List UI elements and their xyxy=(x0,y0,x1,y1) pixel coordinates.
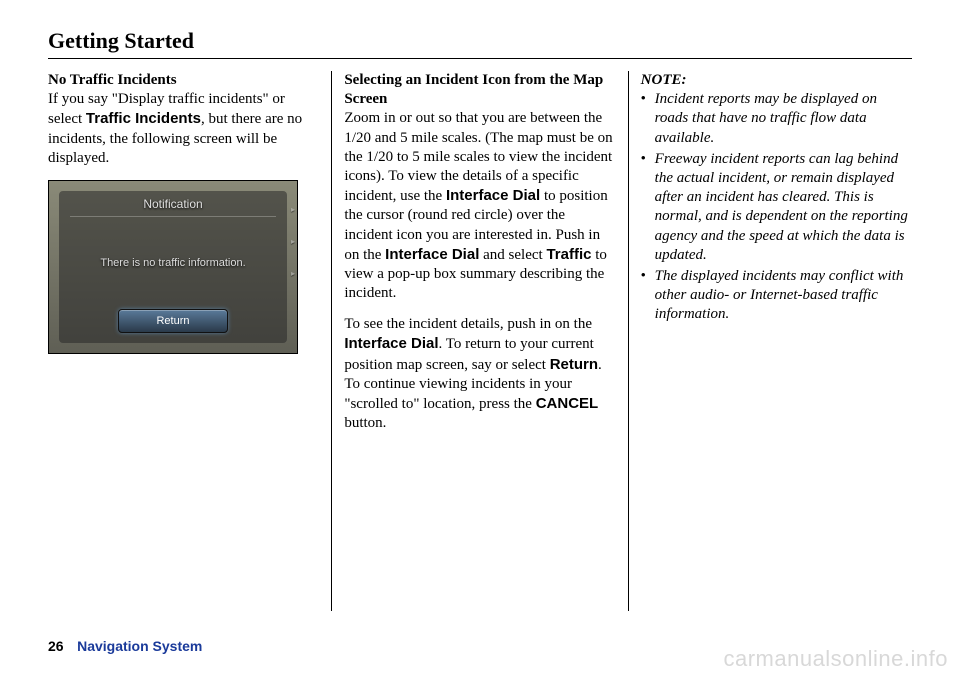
col2-heading: Selecting an Incident Icon from the Map … xyxy=(344,71,615,109)
note-label: NOTE: xyxy=(641,72,687,88)
col2-paragraph-1: Zoom in or out so that you are between t… xyxy=(344,109,615,303)
page-title: Getting Started xyxy=(48,28,912,59)
column-3: NOTE: Incident reports may be displayed … xyxy=(629,71,912,611)
content-columns: No Traffic Incidents If you say "Display… xyxy=(48,71,912,611)
col1-heading: No Traffic Incidents xyxy=(48,71,319,90)
bold-cancel: CANCEL xyxy=(536,395,599,412)
note-item-2: Freeway incident reports can lag behind … xyxy=(641,150,912,265)
note-heading: NOTE: xyxy=(641,71,912,90)
system-label: Navigation System xyxy=(77,638,202,654)
column-2: Selecting an Incident Icon from the Map … xyxy=(332,71,628,611)
side-indicators: ▸▸▸ xyxy=(291,205,295,280)
watermark: carmanualsonline.info xyxy=(723,646,948,672)
bold-return: Return xyxy=(550,356,598,373)
bold-interface-dial: Interface Dial xyxy=(446,187,540,204)
note-list: Incident reports may be displayed on roa… xyxy=(641,90,912,324)
col1-paragraph: If you say "Display traffic incidents" o… xyxy=(48,90,319,168)
notification-message: There is no traffic information. xyxy=(100,217,245,309)
bold-traffic-incidents: Traffic Incidents xyxy=(86,110,201,127)
bold-traffic: Traffic xyxy=(546,246,591,263)
page-number: 26 xyxy=(48,638,64,654)
text: button. xyxy=(344,415,386,431)
bold-interface-dial: Interface Dial xyxy=(385,246,479,263)
col2-paragraph-2: To see the incident details, push in on … xyxy=(344,315,615,433)
column-1: No Traffic Incidents If you say "Display… xyxy=(48,71,332,611)
note-item-1: Incident reports may be displayed on roa… xyxy=(641,90,912,148)
notification-screenshot: ▸▸▸ Notification There is no traffic inf… xyxy=(48,180,298,354)
page-footer: 26 Navigation System xyxy=(48,638,202,656)
bold-interface-dial: Interface Dial xyxy=(344,335,438,352)
text: and select xyxy=(479,247,546,263)
note-item-3: The displayed incidents may conflict wit… xyxy=(641,267,912,325)
notification-title: Notification xyxy=(70,191,275,217)
text: To see the incident details, push in on … xyxy=(344,316,592,332)
notification-dialog: Notification There is no traffic informa… xyxy=(59,191,287,343)
return-button[interactable]: Return xyxy=(118,309,228,333)
